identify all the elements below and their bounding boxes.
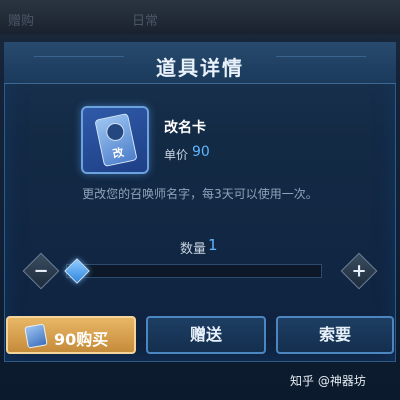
- dialog-title: 道具详情: [156, 56, 244, 80]
- buy-button-label: 90购买: [54, 330, 109, 349]
- item-card-icon: 改: [81, 106, 149, 174]
- quantity-label: 数量: [180, 242, 207, 257]
- item-description: 更改您的召唤师名字，每3天可以使用一次。: [82, 187, 318, 201]
- item-detail-dialog: [4, 42, 396, 362]
- card-graphic: 改: [94, 112, 138, 168]
- coin-card-icon: [24, 323, 48, 349]
- card-char: 改: [111, 145, 126, 161]
- price-value: 90: [192, 144, 210, 160]
- top-tab-bar: 赠购 日常: [0, 0, 400, 34]
- ask-button[interactable]: 索要: [276, 316, 394, 354]
- gift-button[interactable]: 赠送: [146, 316, 266, 354]
- price-label: 单价: [164, 148, 189, 162]
- buy-button[interactable]: 90购买: [6, 316, 136, 354]
- tab-daily[interactable]: 日常: [132, 10, 158, 29]
- tab-gift-buy[interactable]: 赠购: [8, 10, 34, 29]
- minus-icon: −: [33, 260, 49, 282]
- quantity-value: 1: [208, 236, 218, 254]
- emblem-icon: [104, 121, 126, 143]
- quantity-slider-track[interactable]: [66, 264, 322, 278]
- watermark: 知乎 @神器坊: [290, 374, 366, 388]
- item-name: 改名卡: [164, 120, 206, 136]
- plus-icon: +: [351, 260, 367, 282]
